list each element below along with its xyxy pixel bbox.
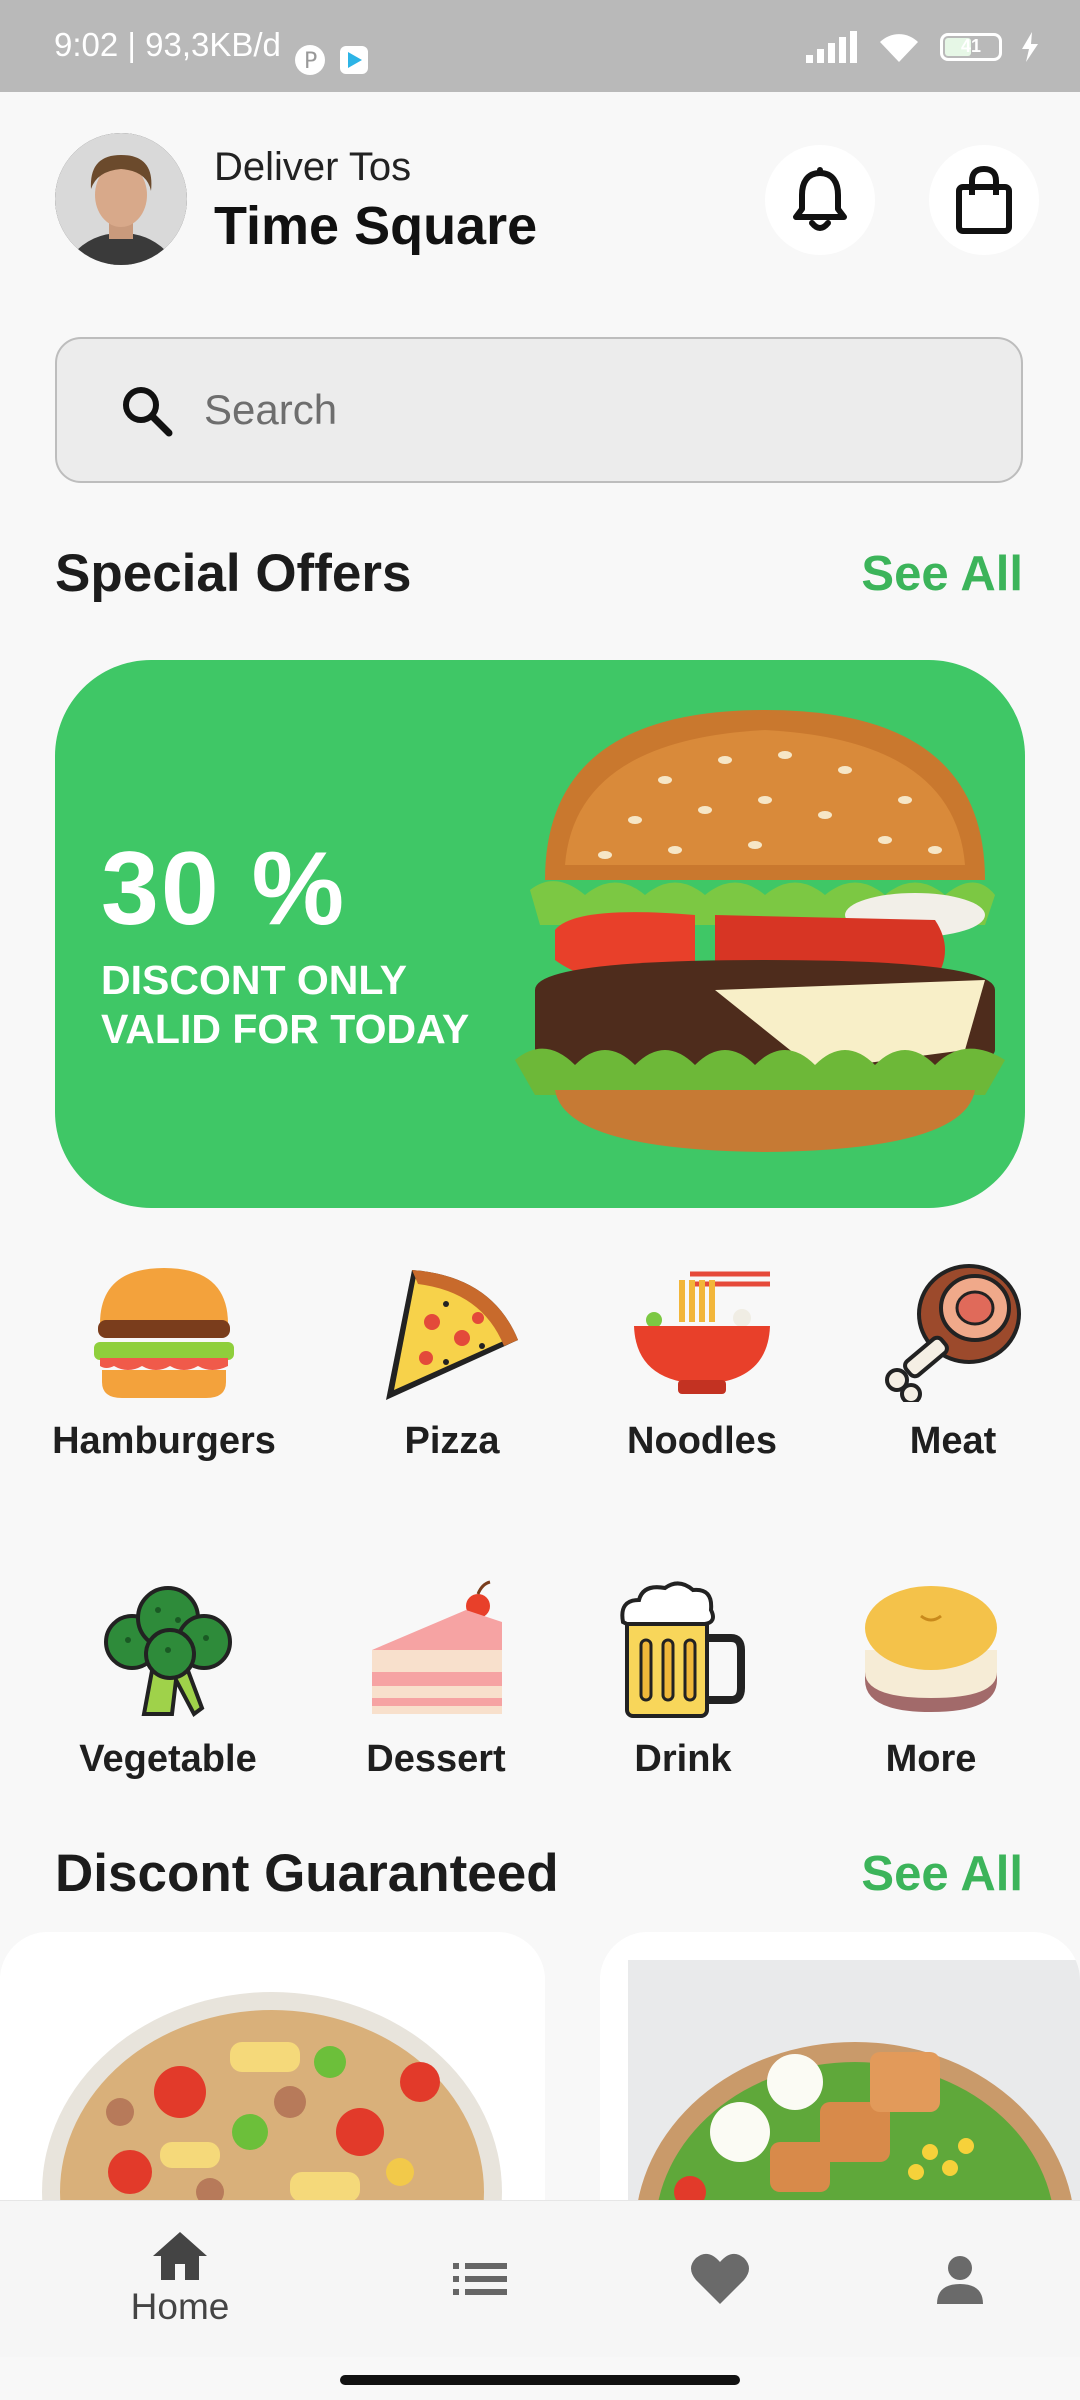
category-label: Noodles [627,1420,777,1462]
category-label: Drink [634,1738,732,1780]
category-label: Hamburgers [52,1420,276,1462]
banner-text: DISCONT ONLY VALID FOR TODAY [101,956,469,1054]
nav-home[interactable]: Home [80,2201,280,2357]
status-bar: 9:02 | 93,3KB/d P 41 [0,0,1080,92]
nav-orders[interactable] [380,2201,580,2357]
list-icon [453,2263,507,2295]
charging-icon [1022,32,1038,62]
cake-icon [372,1580,502,1714]
special-offer-banner[interactable]: 30 % DISCONT ONLY VALID FOR TODAY [55,660,1025,1208]
category-hamburgers[interactable]: Hamburgers [44,1262,284,1463]
category-more[interactable]: More [811,1580,1051,1781]
battery-icon: 41 [940,33,1002,61]
banner-line-1: DISCONT ONLY [101,957,408,1003]
banner-line-2: VALID FOR TODAY [101,1006,470,1052]
location-title[interactable]: Time Square [214,195,537,257]
category-label: Pizza [404,1420,500,1462]
category-label: Meat [909,1420,997,1462]
meat-icon [885,1264,1021,1402]
notifications-button[interactable] [765,145,875,255]
hamburger-icon [94,1268,234,1398]
search-input[interactable] [202,379,966,441]
nav-profile[interactable] [860,2201,1060,2357]
category-drink[interactable]: Drink [563,1580,803,1781]
category-label: Vegetable [79,1738,257,1780]
bell-icon [793,167,847,231]
cart-button[interactable] [929,145,1039,255]
status-app-icons: P [292,42,372,83]
category-pizza[interactable]: Pizza [332,1262,572,1463]
special-offers-see-all[interactable]: See All [861,546,1023,602]
wifi-icon [880,34,918,62]
search-bar[interactable] [55,337,1023,483]
battery-level: 41 [961,36,982,56]
more-icon [865,1586,997,1712]
bottom-nav: Home [0,2200,1080,2357]
category-noodles[interactable]: Noodles [582,1262,822,1463]
nav-home-label: Home [130,2286,230,2327]
deliver-label: Deliver Tos [214,145,412,189]
heart-icon [691,2253,749,2304]
category-meat[interactable]: Meat [833,1262,1073,1463]
home-indicator [340,2375,740,2385]
avatar[interactable] [55,133,187,265]
discount-see-all[interactable]: See All [861,1846,1023,1902]
svg-text:P: P [304,49,317,74]
nav-favorites[interactable] [620,2201,820,2357]
banner-percent: 30 % [101,831,347,947]
category-dessert[interactable]: Dessert [316,1580,556,1781]
pizza-icon [386,1270,518,1400]
category-label: More [885,1738,977,1780]
search-icon [123,387,173,437]
status-time: 9:02 | 93,3KB/d [54,26,281,63]
burger-image [515,710,1005,1152]
special-offers-title: Special Offers [55,544,412,603]
signal-icon [806,31,857,63]
category-vegetable[interactable]: Vegetable [48,1580,288,1781]
home-icon [153,2232,207,2280]
broccoli-icon [104,1586,232,1718]
discount-title: Discont Guaranteed [55,1844,559,1903]
shopping-bag-icon [956,165,1012,234]
profile-icon [937,2256,983,2304]
status-system-icons: 41 [806,30,1040,64]
category-label: Dessert [366,1738,506,1780]
beer-icon [620,1581,745,1718]
noodles-icon [634,1271,770,1394]
